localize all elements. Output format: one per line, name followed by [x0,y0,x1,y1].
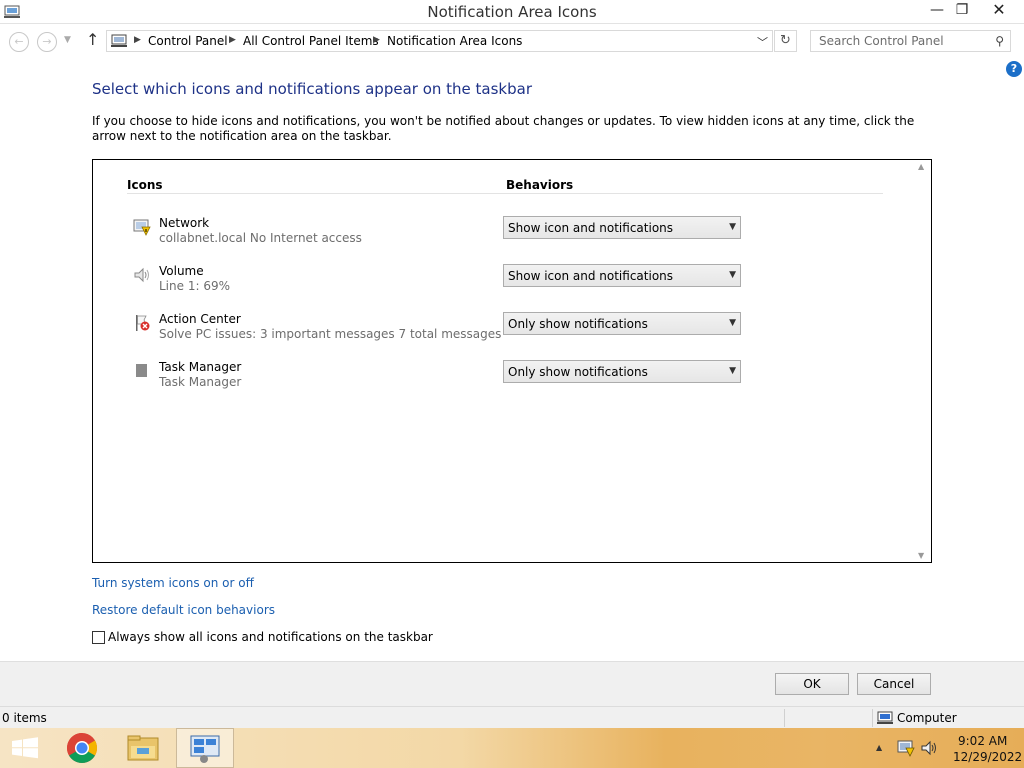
recent-locations-dropdown[interactable]: ▼ [64,35,71,45]
list-item-task-manager: Task Manager Task Manager Only show noti… [93,358,913,398]
breadcrumb-notification-area-icons[interactable]: Notification Area Icons [387,34,522,48]
chrome-taskbar-button[interactable] [54,728,110,768]
behavior-dropdown-action-center[interactable]: Only show notifications ▼ [503,312,741,335]
item-name: Volume [159,264,204,278]
back-button[interactable]: ← [9,32,29,52]
refresh-button[interactable]: ↻ [774,30,797,52]
item-detail: Solve PC issues: 3 important messages 7 … [159,327,502,341]
item-name: Task Manager [159,360,242,374]
window-title: Notification Area Icons [427,3,597,21]
breadcrumb-separator-icon[interactable]: ▶ [229,35,236,45]
chevron-down-icon: ▼ [729,366,736,376]
chrome-icon [66,733,98,764]
item-name: Network [159,216,210,230]
chevron-down-icon: ▼ [729,222,736,232]
status-divider [784,709,785,727]
behavior-dropdown-volume[interactable]: Show icon and notifications ▼ [503,264,741,287]
cancel-button[interactable]: Cancel [857,673,931,695]
chevron-down-icon: ▼ [729,318,736,328]
ok-button[interactable]: OK [775,673,849,695]
maximize-button[interactable]: ❐ [947,0,977,22]
location-label: Computer [897,711,957,725]
column-header-icons: Icons [127,178,163,192]
breadcrumb-separator-icon[interactable]: ▶ [134,35,141,45]
chevron-down-icon[interactable]: ﹀ [757,34,768,50]
start-button[interactable] [0,728,56,768]
scroll-down-icon[interactable]: ▼ [918,551,924,560]
column-header-behaviors: Behaviors [506,178,574,192]
behavior-value: Only show notifications [508,317,648,331]
task-manager-icon [136,364,147,377]
always-show-label[interactable]: Always show all icons and notifications … [108,630,433,644]
control-panel-icon [190,735,220,763]
computer-icon [877,711,893,724]
notification-icons-list[interactable]: Icons Behaviors Network collabnet.local … [92,159,932,563]
taskbar: ▲ 9:02 AM 12/29/2022 [0,728,1024,768]
action-center-flag-icon [136,315,150,331]
title-bar: Notification Area Icons — ❐ ✕ [0,0,1024,24]
up-button[interactable]: ↑ [86,30,99,49]
forward-button[interactable]: → [37,32,57,52]
behavior-value: Only show notifications [508,365,648,379]
clock-date[interactable]: 12/29/2022 [953,750,1022,764]
speaker-icon [134,267,149,283]
status-divider [872,709,873,727]
address-bar[interactable]: ▶ Control Panel ▶ All Control Panel Item… [106,30,773,52]
header-divider [127,193,883,194]
item-detail: Task Manager [159,375,242,389]
list-item-network: Network collabnet.local No Internet acce… [93,214,913,254]
item-detail: collabnet.local No Internet access [159,231,362,245]
breadcrumb-all-items[interactable]: All Control Panel Items [243,34,379,48]
breadcrumb-separator-icon[interactable]: ▶ [373,35,380,45]
show-hidden-icons-button[interactable]: ▲ [876,743,882,752]
chevron-down-icon: ▼ [729,270,736,280]
item-count: 0 items [2,711,47,725]
breadcrumb-control-panel[interactable]: Control Panel [148,34,228,48]
close-button[interactable]: ✕ [979,0,1019,22]
windows-logo-icon [12,737,38,759]
behavior-value: Show icon and notifications [508,221,674,235]
status-bar: 0 items Computer [0,706,1024,728]
speaker-icon[interactable] [920,740,938,756]
network-warning-icon[interactable] [897,739,915,757]
navigation-bar: ← → ▼ ↑ ▶ Control Panel ▶ All Control Pa… [0,24,1024,58]
item-name: Action Center [159,312,241,326]
back-arrow-icon: ← [14,35,24,48]
search-input[interactable] [811,31,986,51]
search-box[interactable]: ⚲ [810,30,1011,52]
file-explorer-icon [127,735,159,761]
search-icon[interactable]: ⚲ [995,34,1004,48]
help-icon[interactable]: ? [1006,61,1022,77]
vertical-scrollbar[interactable]: ▲ ▼ [914,160,931,562]
restore-defaults-link[interactable]: Restore default icon behaviors [92,603,275,617]
behavior-value: Show icon and notifications [508,269,674,283]
clock-time[interactable]: 9:02 AM [958,734,1007,748]
file-explorer-taskbar-button[interactable] [115,728,171,768]
network-warning-icon [133,219,151,236]
up-arrow-icon: ↑ [86,30,100,49]
forward-arrow-icon: → [42,35,52,48]
item-detail: Line 1: 69% [159,279,230,293]
refresh-icon: ↻ [780,33,791,48]
turn-system-icons-link[interactable]: Turn system icons on or off [92,576,254,590]
list-item-volume: Volume Line 1: 69% Show icon and notific… [93,262,913,302]
dialog-footer: OK Cancel [0,661,1024,706]
behavior-dropdown-task-manager[interactable]: Only show notifications ▼ [503,360,741,383]
scroll-up-icon[interactable]: ▲ [918,162,924,171]
always-show-checkbox[interactable] [92,631,105,644]
page-title: Select which icons and notifications app… [92,80,532,98]
computer-icon [111,34,127,47]
behavior-dropdown-network[interactable]: Show icon and notifications ▼ [503,216,741,239]
list-item-action-center: Action Center Solve PC issues: 3 importa… [93,310,913,350]
page-description: If you choose to hide icons and notifica… [92,114,915,143]
control-panel-taskbar-button[interactable] [176,728,234,768]
